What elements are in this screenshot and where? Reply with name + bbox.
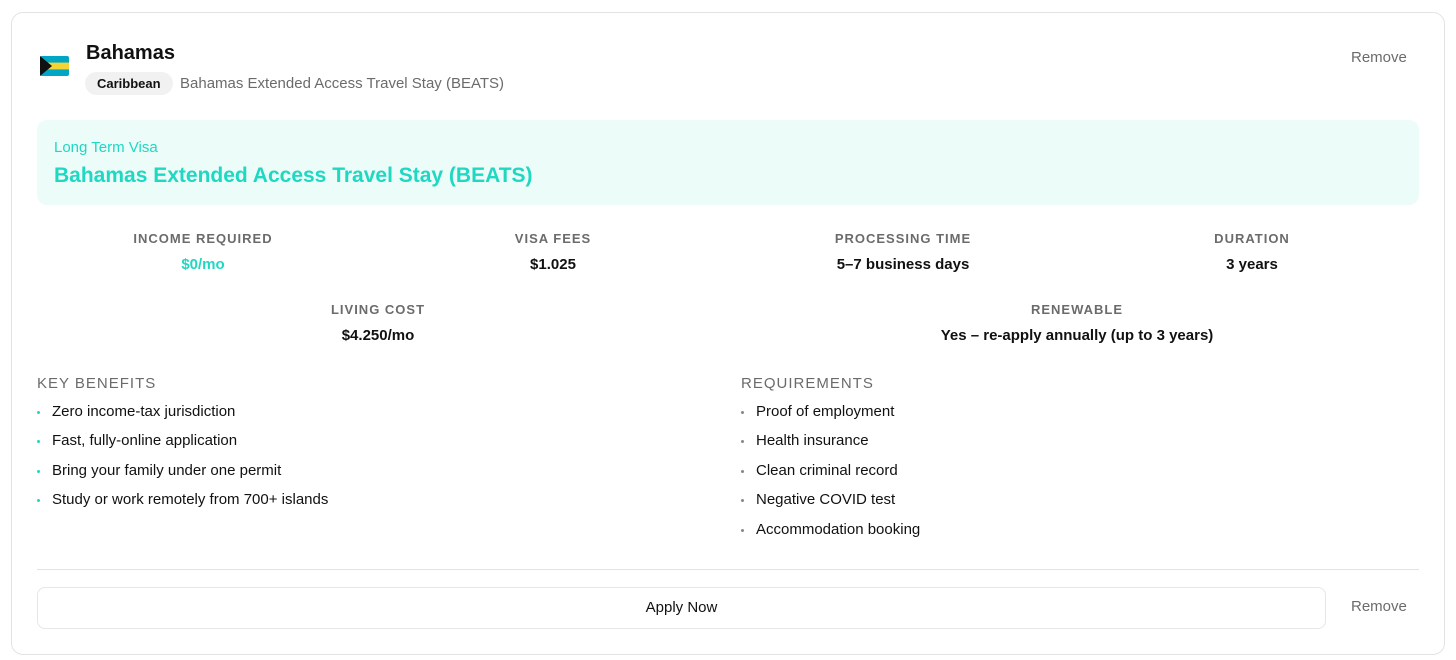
list-item: Zero income-tax jurisdiction xyxy=(37,402,328,431)
bullet-icon xyxy=(741,411,744,414)
bullet-icon xyxy=(741,440,744,444)
bullet-icon xyxy=(741,499,744,503)
apply-now-button[interactable]: Apply Now xyxy=(37,587,1326,629)
remove-button-top[interactable]: Remove xyxy=(1351,49,1407,66)
list-item: Proof of employment xyxy=(741,402,920,431)
stat-label: VISA FEES xyxy=(514,231,592,246)
requirement-text: Negative COVID test xyxy=(756,491,896,509)
visa-type: Long Term Visa xyxy=(54,139,158,156)
bullet-icon xyxy=(741,469,744,473)
benefit-text: Study or work remotely from 700+ islands xyxy=(52,491,329,509)
stat-label: LIVING COST xyxy=(330,302,426,317)
stat-value: 5–7 business days xyxy=(836,256,970,273)
list-item: Negative COVID test xyxy=(741,490,920,519)
stat-value: $1.025 xyxy=(530,256,576,273)
requirement-text: Health insurance xyxy=(756,432,869,450)
remove-button-bottom[interactable]: Remove xyxy=(1351,598,1407,615)
stat-value: $4.250/mo xyxy=(341,327,415,344)
bullet-icon xyxy=(37,440,40,444)
benefit-text: Fast, fully-online application xyxy=(52,432,238,450)
list-item: Bring your family under one permit xyxy=(37,461,328,490)
stat-income-required: INCOME REQUIRED $0/mo xyxy=(133,231,272,273)
bullet-icon xyxy=(37,469,40,473)
stat-duration: DURATION 3 years xyxy=(1214,231,1290,273)
stat-value: Yes – re-apply annually (up to 3 years) xyxy=(940,327,1214,344)
list-item: Study or work remotely from 700+ islands xyxy=(37,490,328,519)
stat-processing-time: PROCESSING TIME 5–7 business days xyxy=(835,231,971,273)
list-item: Health insurance xyxy=(741,431,920,460)
bahamas-flag-icon xyxy=(40,56,69,76)
requirements-title: REQUIREMENTS xyxy=(741,375,874,392)
bullet-icon xyxy=(37,499,40,503)
stat-label: RENEWABLE xyxy=(1030,302,1124,317)
visa-highlight: Long Term Visa Bahamas Extended Access T… xyxy=(37,120,1419,205)
requirements-list: Proof of employment Health insurance Cle… xyxy=(741,402,920,549)
benefits-list: Zero income-tax jurisdiction Fast, fully… xyxy=(37,402,328,520)
benefit-text: Bring your family under one permit xyxy=(52,461,282,479)
list-item: Accommodation booking xyxy=(741,520,920,549)
stat-value: 3 years xyxy=(1226,256,1278,273)
country-name: Bahamas xyxy=(86,42,175,64)
visa-name: Bahamas Extended Access Travel Stay (BEA… xyxy=(54,164,533,187)
requirement-text: Accommodation booking xyxy=(756,520,921,538)
bullet-icon xyxy=(37,411,40,414)
stat-value: $0/mo xyxy=(181,256,225,273)
stat-renewable: RENEWABLE Yes – re-apply annually (up to… xyxy=(941,302,1214,344)
visa-subtitle: Bahamas Extended Access Travel Stay (BEA… xyxy=(180,75,505,92)
stat-label: PROCESSING TIME xyxy=(834,231,972,246)
stat-visa-fees: VISA FEES $1.025 xyxy=(515,231,591,273)
bullet-icon xyxy=(741,528,744,532)
list-item: Clean criminal record xyxy=(741,461,920,490)
benefits-title: KEY BENEFITS xyxy=(37,375,157,392)
requirement-text: Clean criminal record xyxy=(756,461,898,479)
stat-label: DURATION xyxy=(1214,231,1290,246)
stat-label: INCOME REQUIRED xyxy=(133,231,273,246)
divider xyxy=(37,569,1419,570)
visa-card: Bahamas Caribbean Bahamas Extended Acces… xyxy=(11,12,1445,655)
benefit-text: Zero income-tax jurisdiction xyxy=(52,403,236,420)
region-badge: Caribbean xyxy=(85,72,173,95)
requirement-text: Proof of employment xyxy=(756,403,895,420)
list-item: Fast, fully-online application xyxy=(37,431,328,460)
stat-living-cost: LIVING COST $4.250/mo xyxy=(331,302,425,344)
